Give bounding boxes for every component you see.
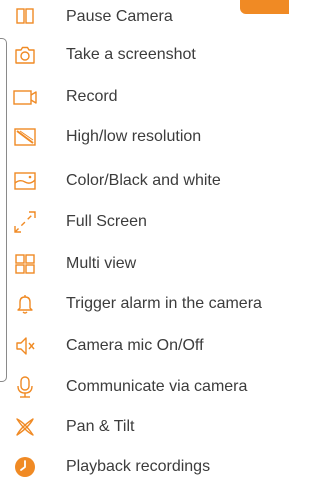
legend-item-pause-camera: Pause Camera (0, 0, 289, 34)
legend-label: Multi view (66, 255, 137, 272)
resolution-icon (12, 124, 38, 150)
legend-item-trigger-alarm: Trigger alarm in the camera (0, 287, 289, 321)
grid-icon (12, 251, 38, 277)
legend-item-camera-mic: Camera mic On/Off (0, 329, 289, 363)
legend-item-color-mode: Color/Black and white (0, 164, 289, 198)
legend-label: Camera mic On/Off (66, 337, 204, 354)
legend-label: Communicate via camera (66, 378, 248, 395)
legend-label: Color/Black and white (66, 172, 221, 189)
legend-label: Trigger alarm in the camera (66, 295, 262, 312)
legend-label: Full Screen (66, 213, 147, 230)
legend-item-multi-view: Multi view (0, 247, 289, 281)
legend-item-fullscreen: Full Screen (0, 205, 289, 239)
pause-icon (12, 4, 38, 30)
legend-item-pan-tilt: Pan & Tilt (0, 410, 289, 444)
camera-icon (12, 42, 38, 68)
legend-item-screenshot: Take a screenshot (0, 38, 289, 72)
legend-item-communicate: Communicate via camera (0, 370, 289, 404)
legend-label: Pan & Tilt (66, 418, 135, 435)
color-mode-icon (12, 168, 38, 194)
legend-item-playback: Playback recordings (0, 450, 289, 484)
legend-item-resolution: High/low resolution (0, 120, 289, 154)
fullscreen-icon (12, 209, 38, 235)
video-record-icon (12, 84, 38, 110)
microphone-icon (12, 374, 38, 400)
legend-label: Record (66, 88, 118, 105)
legend-label: Pause Camera (66, 8, 173, 25)
speaker-mute-icon (12, 333, 38, 359)
playback-icon (12, 454, 38, 480)
legend-label: High/low resolution (66, 128, 202, 145)
bell-icon (12, 291, 38, 317)
pan-tilt-icon (12, 414, 38, 440)
legend-label: Playback recordings (66, 458, 211, 475)
legend-item-record: Record (0, 80, 289, 114)
legend-label: Take a screenshot (66, 46, 196, 63)
